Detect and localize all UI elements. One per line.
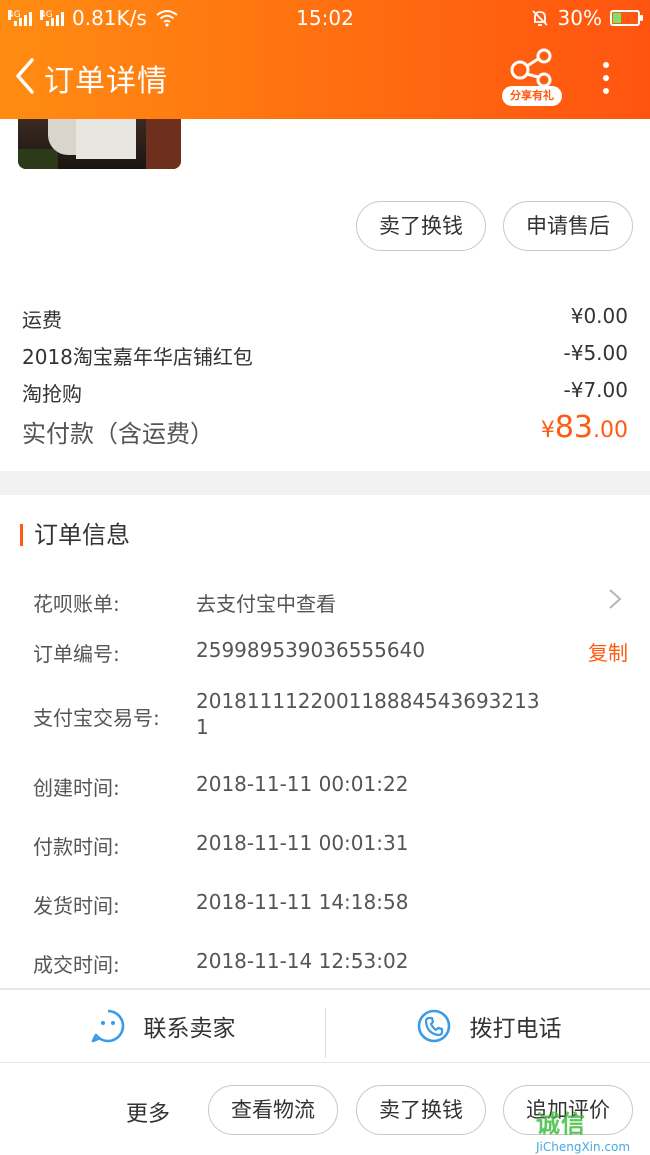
total-amount: ¥83.00	[540, 410, 628, 445]
title-accent-bar	[20, 524, 23, 546]
share-badge: 分享有礼	[502, 86, 562, 106]
total-paid-row: 实付款（含运费） ¥83.00	[22, 410, 628, 449]
copy-button[interactable]: 复制	[588, 637, 628, 666]
mute-bell-icon	[531, 10, 548, 26]
completed-time-label: 成交时间:	[33, 953, 120, 977]
shipped-time-label: 发货时间:	[33, 894, 120, 918]
product-thumbnail[interactable]	[18, 119, 181, 169]
chevron-right-icon[interactable]	[607, 587, 623, 611]
share-icon	[510, 48, 552, 88]
order-number-value: 259989539036555640	[196, 638, 426, 662]
fee-row-flash-sale: 淘抢购 -¥7.00	[22, 378, 628, 407]
fee-row-shipping: 运费 ¥0.00	[22, 304, 628, 333]
paid-time-value: 2018-11-11 00:01:31	[196, 831, 409, 855]
huabei-label: 花呗账单:	[33, 592, 120, 616]
shipped-time-value: 2018-11-11 14:18:58	[196, 890, 409, 914]
total-label: 实付款（含运费）	[22, 420, 214, 448]
status-bar: 4G 4G 0.81K/s 15:02 30%	[0, 0, 650, 34]
watermark-url: JiChengXin.com	[536, 1140, 631, 1154]
fee-row-red-packet: 2018淘宝嘉年华店铺红包 -¥5.00	[22, 341, 628, 370]
call-phone-button[interactable]: 拨打电话	[326, 990, 650, 1062]
sell-for-cash-button[interactable]: 卖了换钱	[356, 201, 486, 251]
site-watermark: 诚信 JiChengXin.com	[530, 1102, 650, 1155]
fee-value: ¥0.00	[570, 304, 628, 328]
fee-label: 2018淘宝嘉年华店铺红包	[22, 345, 253, 369]
phone-icon	[417, 1009, 450, 1043]
order-info-title: 订单信息	[20, 518, 130, 552]
paid-time-label: 付款时间:	[33, 835, 120, 859]
fee-label: 运费	[22, 308, 62, 332]
fee-value: -¥7.00	[563, 378, 628, 402]
created-time-value: 2018-11-11 00:01:22	[196, 772, 409, 796]
battery-fill	[613, 13, 621, 23]
after-sale-button[interactable]: 申请售后	[503, 201, 633, 251]
order-number-label: 订单编号:	[33, 642, 120, 666]
huabei-link[interactable]: 去支付宝中查看	[196, 588, 336, 617]
watermark-logo: 诚信	[536, 1110, 586, 1138]
created-time-label: 创建时间:	[33, 776, 120, 800]
app-header: 订单详情 分享有礼	[0, 34, 650, 119]
contact-seller-label: 联系卖家	[143, 1016, 236, 1042]
completed-time-value: 2018-11-14 12:53:02	[196, 949, 409, 973]
chat-smiley-icon	[91, 1009, 124, 1043]
alipay-trade-no-label: 支付宝交易号:	[33, 706, 160, 730]
back-arrow-icon[interactable]	[12, 56, 42, 96]
page-title: 订单详情	[44, 64, 168, 99]
view-logistics-button[interactable]: 查看物流	[208, 1085, 338, 1135]
sell-for-cash-bottom-button[interactable]: 卖了换钱	[356, 1085, 486, 1135]
section-divider	[0, 471, 650, 495]
battery-icon	[610, 10, 643, 26]
fee-label: 淘抢购	[22, 382, 82, 406]
action-divider	[0, 1062, 650, 1063]
call-phone-label: 拨打电话	[469, 1016, 562, 1042]
more-actions-button[interactable]: 更多	[126, 1096, 170, 1128]
contact-seller-button[interactable]: 联系卖家	[0, 990, 325, 1062]
status-right: 30%	[530, 6, 643, 30]
fee-value: -¥5.00	[563, 341, 628, 365]
more-options-icon[interactable]	[596, 60, 616, 96]
battery-percent: 30%	[557, 6, 602, 30]
share-gift-button[interactable]: 分享有礼	[500, 46, 564, 106]
alipay-trade-no-value: 2018111122001188845436932131	[196, 689, 540, 739]
